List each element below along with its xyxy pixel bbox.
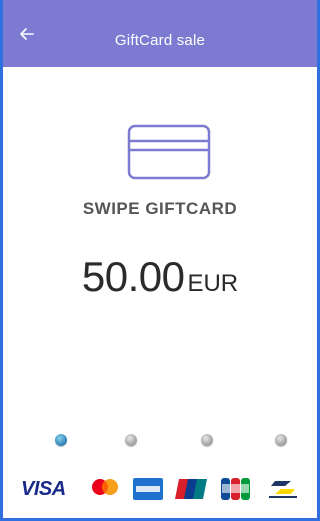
amount-value: 50.00 <box>81 253 185 300</box>
amex-logo <box>133 478 163 500</box>
page-dot-3[interactable] <box>201 434 213 446</box>
page-indicator <box>3 434 317 448</box>
jcb-logo <box>221 478 250 500</box>
visa-logo: VISA <box>21 478 66 500</box>
sale-amount: 50.00 EUR <box>3 253 317 301</box>
unionpay-logo <box>175 479 207 499</box>
page-title: GiftCard sale <box>114 32 206 49</box>
swipe-instruction: SWIPE GIFTCARD <box>82 199 238 218</box>
page-dot-1[interactable] <box>55 434 67 446</box>
amount-currency: EUR <box>187 270 239 297</box>
app-bar: GiftCard sale <box>3 0 317 67</box>
giftcard-sale-screen: GiftCard sale SWIPE GIFTCARD 50.00 EUR VI… <box>0 0 320 521</box>
payment-brands: VISA <box>3 470 317 506</box>
page-dot-2[interactable] <box>125 434 137 446</box>
bancontact-logo <box>269 481 297 498</box>
mastercard-logo <box>92 479 118 495</box>
page-dot-4[interactable] <box>275 434 287 446</box>
credit-card-icon <box>127 124 211 180</box>
